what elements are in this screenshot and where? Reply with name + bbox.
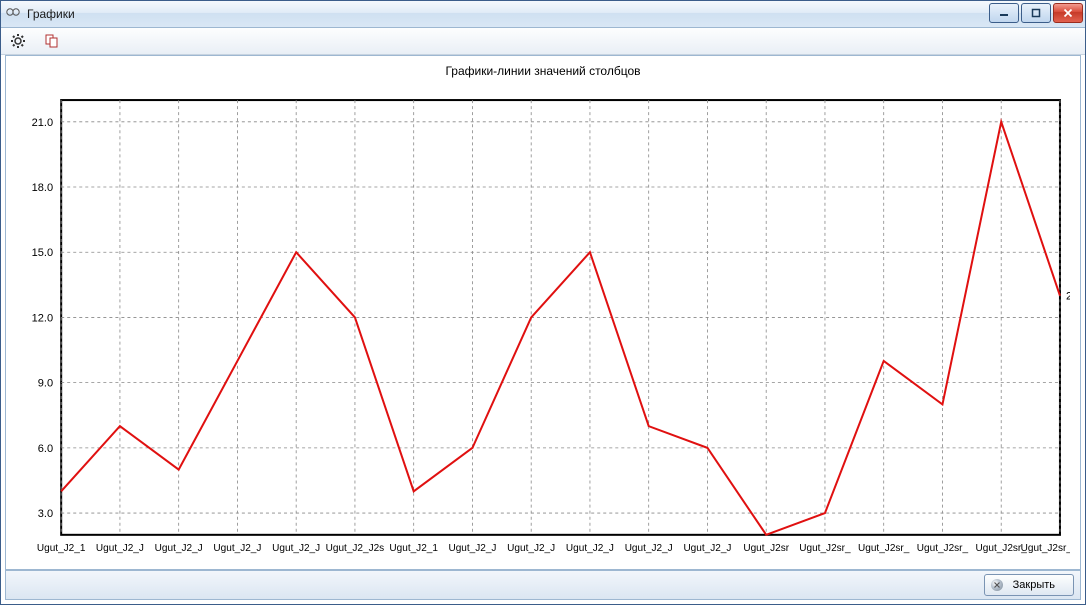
- line-chart: 3.0 6.0 9.0 12.0 15.0 18.0 21.0 Ugut_J2_1 Ugut_J…: [16, 90, 1070, 563]
- y-tick-label: 18.0: [32, 182, 53, 194]
- series-label: 2_51: [1066, 291, 1070, 303]
- x-tick-label: Ugut_J2_J: [155, 543, 203, 554]
- chart-area: 3.0 6.0 9.0 12.0 15.0 18.0 21.0 Ugut_J2_1 Ugut_J…: [16, 90, 1070, 563]
- window-title: Графики: [27, 7, 75, 21]
- x-tick-label: Ugut_J2sr_: [858, 543, 910, 554]
- data-line: [61, 122, 1060, 535]
- y-tick-label: 9.0: [38, 378, 53, 390]
- x-tick-label: Ugut_J2_J: [96, 543, 144, 554]
- toolbar: [1, 28, 1085, 55]
- x-tick-label: Ugut_J2_J: [507, 543, 555, 554]
- app-window: Графики: [0, 0, 1086, 605]
- chart-panel: Графики-линии значений столбцов 3.0 6.0 9.…: [5, 55, 1081, 570]
- x-tick-label: Ugut_J2_J: [683, 543, 731, 554]
- x-tick-label: Ugut_J2sr_: [976, 543, 1028, 554]
- close-window-button[interactable]: [1053, 3, 1083, 23]
- footer-bar: Закрыть: [5, 570, 1081, 600]
- x-tick-label: Ugut_J2sr_: [799, 543, 851, 554]
- y-tick-label: 3.0: [38, 508, 53, 520]
- x-tick-label: Ugut_J2_J: [448, 543, 496, 554]
- titlebar: Графики: [1, 1, 1085, 28]
- y-tick-label: 15.0: [32, 247, 53, 259]
- x-tick-label: Ugut_J2sr_: [917, 543, 969, 554]
- y-tick-label: 6.0: [38, 443, 53, 455]
- x-tick-label: Ugut_J2_J: [625, 543, 673, 554]
- x-tick-label: Ugut_J2_J: [566, 543, 614, 554]
- close-circle-icon: [991, 579, 1003, 591]
- copy-icon: [44, 33, 60, 49]
- close-button-label: Закрыть: [1013, 579, 1055, 591]
- x-tick-label: Ugut_J2_J: [272, 543, 320, 554]
- app-icon: [5, 6, 21, 22]
- close-button[interactable]: Закрыть: [984, 574, 1074, 596]
- window-controls: [989, 3, 1083, 23]
- x-tick-label: Ugut_J2_1: [389, 543, 438, 554]
- minimize-button[interactable]: [989, 3, 1019, 23]
- x-tick-label: Ugut_J2_J: [213, 543, 261, 554]
- chart-title: Графики-линии значений столбцов: [6, 56, 1080, 84]
- copy-button[interactable]: [43, 32, 61, 50]
- maximize-button[interactable]: [1021, 3, 1051, 23]
- x-tick-label: Ugut_J2_1: [37, 543, 86, 554]
- gear-icon: [10, 33, 26, 49]
- x-tick-label: Ugut_J2sr_J3_30: [1021, 543, 1070, 554]
- x-tick-label: Ugut_J2sr: [743, 543, 789, 554]
- y-tick-label: 21.0: [32, 117, 53, 129]
- settings-button[interactable]: [9, 32, 27, 50]
- y-tick-label: 12.0: [32, 312, 53, 324]
- x-tick-label: Ugut_J2_J2s: [326, 543, 385, 554]
